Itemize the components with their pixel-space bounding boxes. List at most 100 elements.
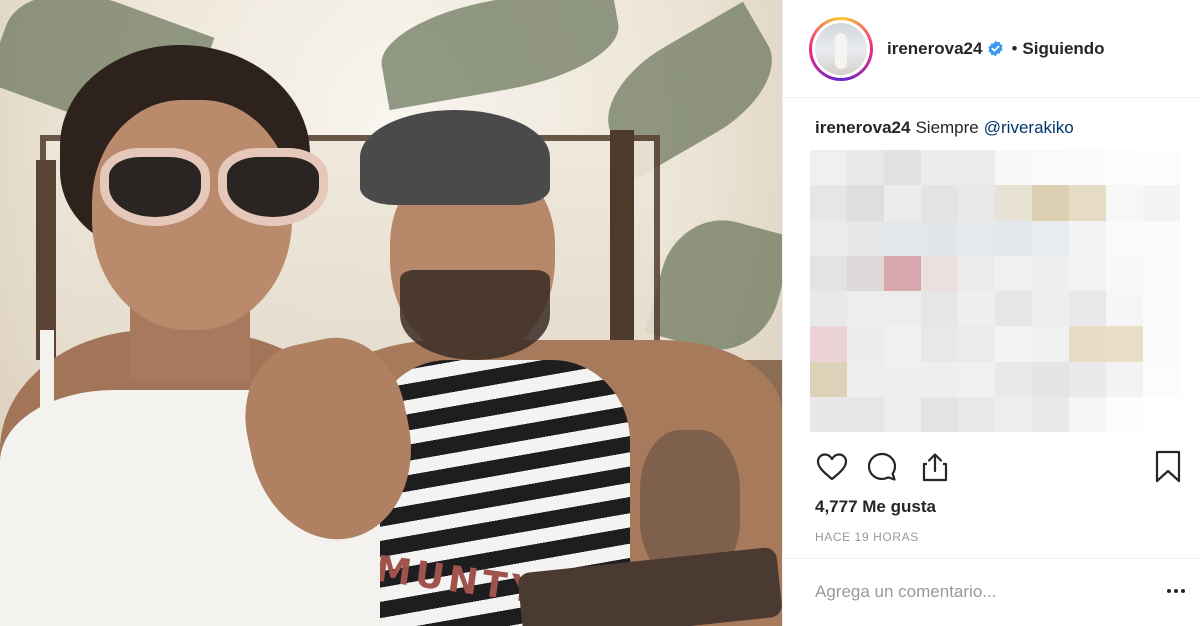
post-caption: irenerova24 Siempre @riverakiko <box>815 118 1074 138</box>
heart-outline-icon <box>816 453 848 481</box>
mosaic-cell <box>921 150 958 186</box>
more-options-button[interactable] <box>1163 581 1189 601</box>
mosaic-cell <box>884 361 921 397</box>
mosaic-cell <box>810 220 847 256</box>
mosaic-cell <box>1032 291 1069 327</box>
mosaic-cell <box>958 326 995 362</box>
save-button[interactable] <box>1151 450 1185 484</box>
mosaic-cell <box>810 185 847 221</box>
mosaic-cell <box>1106 185 1143 221</box>
mosaic-cell <box>958 150 995 186</box>
mosaic-cell <box>1106 396 1143 432</box>
mosaic-cell <box>958 255 995 291</box>
mosaic-cell <box>847 185 884 221</box>
mosaic-cell <box>810 361 847 397</box>
mosaic-cell <box>958 396 995 432</box>
mosaic-cell <box>847 255 884 291</box>
avatar-story-ring[interactable] <box>809 16 873 81</box>
mosaic-cell <box>847 361 884 397</box>
mosaic-cell <box>1143 150 1180 186</box>
mosaic-cell <box>1069 326 1106 362</box>
mosaic-cell <box>1143 255 1180 291</box>
mosaic-cell <box>1069 396 1106 432</box>
mosaic-cell <box>1032 185 1069 221</box>
header-username[interactable]: irenerova24 <box>887 39 982 59</box>
post-timestamp[interactable]: HACE 19 HORAS <box>815 530 919 544</box>
mosaic-cell <box>1069 150 1106 186</box>
man-cap <box>360 110 550 205</box>
dress-strap <box>40 330 54 440</box>
mosaic-cell <box>958 361 995 397</box>
mosaic-cell <box>884 255 921 291</box>
mosaic-cell <box>1069 220 1106 256</box>
mosaic-cell <box>810 396 847 432</box>
likes-count[interactable]: 4,777 Me gusta <box>815 497 936 517</box>
share-button[interactable] <box>918 450 952 484</box>
mosaic-cell <box>921 185 958 221</box>
comment-button[interactable] <box>865 450 899 484</box>
caption-mention-link[interactable]: @riverakiko <box>984 118 1074 137</box>
mosaic-cell <box>995 255 1032 291</box>
bookmark-icon <box>1155 450 1181 483</box>
mosaic-cell <box>921 291 958 327</box>
mosaic-cell <box>1143 326 1180 362</box>
mosaic-cell <box>958 291 995 327</box>
mosaic-cell <box>810 255 847 291</box>
mosaic-cell <box>995 150 1032 186</box>
mosaic-cell <box>884 396 921 432</box>
mosaic-cell <box>884 150 921 186</box>
caption-username[interactable]: irenerova24 <box>815 118 910 137</box>
mosaic-cell <box>958 185 995 221</box>
comment-input[interactable] <box>815 579 1135 605</box>
speech-bubble-icon <box>867 452 897 481</box>
mosaic-cell <box>884 291 921 327</box>
mosaic-cell <box>847 396 884 432</box>
mosaic-cell <box>810 291 847 327</box>
mosaic-cell <box>1143 361 1180 397</box>
mosaic-cell <box>847 291 884 327</box>
mosaic-cell <box>1032 361 1069 397</box>
sunglasses-lens <box>218 148 328 226</box>
mosaic-cell <box>1032 150 1069 186</box>
mosaic-cell <box>1106 291 1143 327</box>
avatar[interactable] <box>815 22 867 75</box>
mosaic-cell <box>1143 396 1180 432</box>
mosaic-cell <box>884 220 921 256</box>
mosaic-cell <box>1106 361 1143 397</box>
action-bar <box>815 450 1187 486</box>
mosaic-cell <box>810 326 847 362</box>
mosaic-cell <box>1106 255 1143 291</box>
mosaic-cell <box>1106 150 1143 186</box>
mosaic-cell <box>1143 220 1180 256</box>
mosaic-cell <box>847 326 884 362</box>
mosaic-cell <box>921 255 958 291</box>
post-header: irenerova24 • Siguiendo <box>783 0 1200 98</box>
following-button[interactable]: Siguiendo <box>1022 39 1104 59</box>
mosaic-cell <box>1143 291 1180 327</box>
caption-text: Siempre <box>915 118 979 137</box>
post-sidebar: irenerova24 • Siguiendo irenerova24 Siemp… <box>782 0 1200 626</box>
blurred-comments <box>810 150 1180 432</box>
mosaic-cell <box>847 150 884 186</box>
mosaic-cell <box>921 396 958 432</box>
mosaic-cell <box>995 185 1032 221</box>
mosaic-cell <box>921 361 958 397</box>
post-photo[interactable]: MUNTY <box>0 0 782 626</box>
comment-bar <box>783 558 1200 626</box>
mosaic-cell <box>1032 396 1069 432</box>
man-beard <box>400 270 550 360</box>
mosaic-cell <box>995 396 1032 432</box>
mosaic-cell <box>1069 361 1106 397</box>
mosaic-cell <box>1069 255 1106 291</box>
verified-badge-icon <box>987 40 1004 57</box>
mosaic-cell <box>995 361 1032 397</box>
mosaic-cell <box>1106 326 1143 362</box>
mosaic-cell <box>847 220 884 256</box>
like-button[interactable] <box>815 450 849 484</box>
mosaic-cell <box>1032 255 1069 291</box>
mosaic-cell <box>884 326 921 362</box>
mosaic-cell <box>1143 185 1180 221</box>
mosaic-cell <box>995 326 1032 362</box>
sunglasses <box>100 148 330 228</box>
mosaic-cell <box>1106 220 1143 256</box>
